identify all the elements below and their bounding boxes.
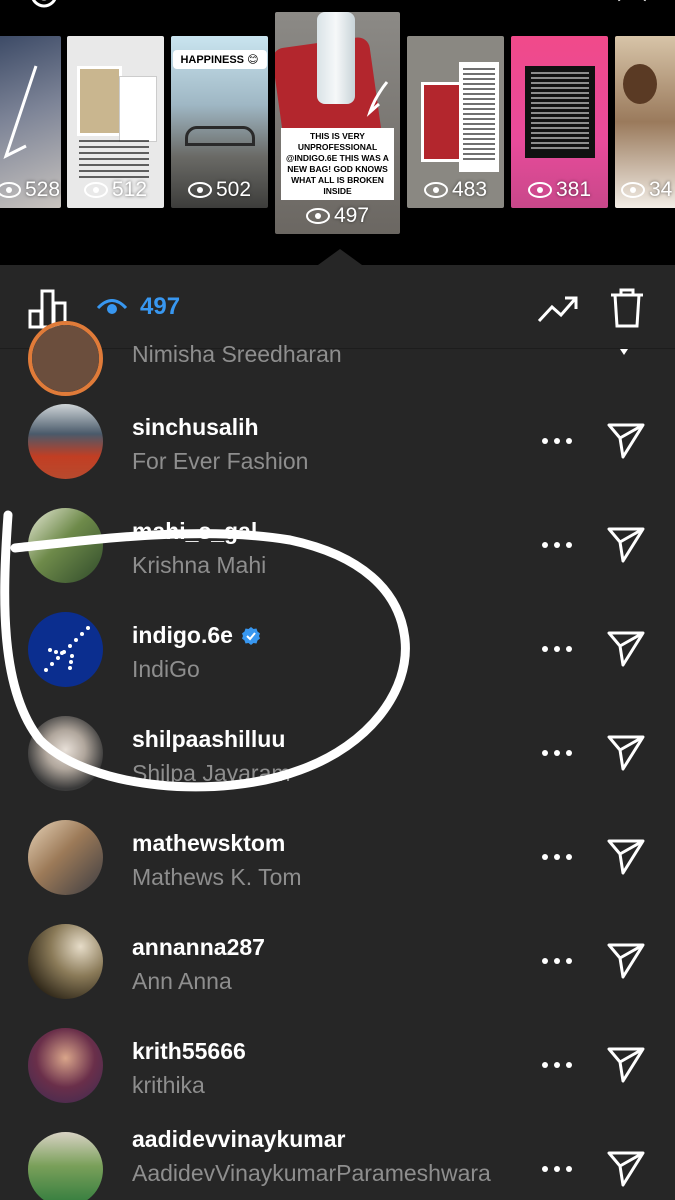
viewer-username[interactable]: shilpaashilluu [132, 726, 285, 753]
viewer-full-name: IndiGo [132, 656, 200, 682]
avatar[interactable] [28, 508, 103, 583]
more-options-icon[interactable] [540, 748, 574, 758]
story-photo [77, 66, 122, 136]
viewer-row[interactable]: mathewsktom Mathews K. Tom [0, 804, 675, 908]
viewer-full-name: Shilpa Jayaram [132, 760, 291, 786]
eye-icon [187, 182, 212, 198]
story-thumbnail[interactable]: HAPPINESS 😊 502 [171, 36, 268, 208]
viewer-full-name: Krishna Mahi [132, 552, 267, 578]
viewer-row[interactable]: mahi_s_gal Krishna Mahi [0, 492, 675, 596]
viewer-username[interactable]: krith55666 [132, 1038, 246, 1065]
viewer-full-name: Ann Anna [132, 968, 232, 994]
viewer-row[interactable]: shilpaashilluu Shilpa Jayaram [0, 700, 675, 804]
send-icon[interactable] [606, 940, 646, 980]
story-view-count: 512 [67, 178, 164, 202]
avatar[interactable] [28, 716, 103, 791]
viewer-username[interactable]: annanna287 [132, 934, 265, 961]
viewer-full-name: krithika [132, 1072, 205, 1098]
eye-icon [305, 208, 330, 224]
eye-icon [83, 182, 108, 198]
more-options-icon[interactable] [540, 1164, 574, 1174]
viewer-row[interactable]: krith55666 krithika [0, 1012, 675, 1116]
avatar[interactable] [28, 1028, 103, 1103]
viewer-full-name: For Ever Fashion [132, 448, 309, 474]
story-view-count: 528 [0, 178, 61, 202]
eye-icon [621, 182, 645, 198]
avatar[interactable] [28, 1132, 103, 1200]
story-text-card [525, 66, 595, 158]
close-icon[interactable] [612, 0, 652, 16]
scribble-mark [366, 81, 389, 117]
story-text-block [79, 140, 149, 180]
story-view-count: 483 [407, 178, 504, 202]
more-options-icon[interactable] [540, 956, 574, 966]
send-icon[interactable] [606, 732, 646, 772]
story-card [119, 76, 157, 142]
story-thumbnail[interactable]: 512 [67, 36, 164, 208]
viewer-full-name: Mathews K. Tom [132, 864, 302, 890]
avatar[interactable] [28, 321, 103, 396]
send-icon[interactable] [606, 628, 646, 668]
viewer-username[interactable]: aadidevvinaykumar [132, 1126, 346, 1153]
more-options-icon[interactable] [540, 852, 574, 862]
story-view-count: 381 [511, 178, 608, 202]
viewer-full-name: Nimisha Sreedharan [132, 341, 342, 367]
avatar[interactable] [28, 404, 103, 479]
viewer-username[interactable]: mathewsktom [132, 830, 285, 857]
more-options-icon[interactable] [540, 540, 574, 550]
story-view-count: 497 [275, 204, 400, 228]
more-options-icon[interactable] [540, 436, 574, 446]
story-caption: THIS IS VERY UNPROFESSIONAL @INDIGO.6E T… [281, 128, 394, 200]
story-sticker: HAPPINESS 😊 [172, 50, 267, 69]
viewer-username[interactable]: indigo.6e [132, 622, 261, 649]
story-view-count: 502 [171, 178, 268, 202]
selection-caret [318, 249, 362, 265]
eye-icon [527, 182, 552, 198]
send-icon[interactable] [606, 836, 646, 876]
avatar[interactable] [28, 612, 103, 687]
story-strip: 528 512 HAPPINESS 😊 502 THIS IS VERY UNP… [0, 0, 675, 265]
viewer-row[interactable]: indigo.6e IndiGo [0, 596, 675, 700]
viewer-username[interactable]: sinchusalih [132, 414, 259, 441]
story-face [623, 64, 657, 104]
send-icon[interactable] [618, 347, 630, 357]
viewer-row[interactable]: sinchusalih For Ever Fashion [0, 388, 675, 492]
story-view-count: 34 [615, 178, 675, 202]
send-icon[interactable] [606, 1044, 646, 1084]
viewer-row[interactable]: annanna287 Ann Anna [0, 908, 675, 1012]
more-options-icon[interactable] [540, 1060, 574, 1070]
story-thumbnail[interactable]: 483 [407, 36, 504, 208]
avatar[interactable] [28, 820, 103, 895]
eye-icon [423, 182, 448, 198]
more-options-icon[interactable] [540, 644, 574, 654]
story-thumbnail[interactable]: 34 [615, 36, 675, 208]
gear-icon[interactable] [24, 0, 64, 16]
viewer-full-name: AadidevVinaykumarParameshwara [132, 1160, 491, 1186]
plane-logo-icon [44, 626, 90, 672]
viewer-username[interactable]: mahi_s_gal [132, 518, 257, 545]
avatar[interactable] [28, 924, 103, 999]
verified-badge-icon [241, 626, 260, 645]
eye-icon [0, 182, 21, 198]
steering-shape [185, 126, 255, 146]
story-card [459, 62, 499, 172]
story-thumbnail[interactable]: 381 [511, 36, 608, 208]
viewer-row[interactable]: aadidevvinaykumar AadidevVinaykumarParam… [0, 1116, 675, 1200]
send-icon[interactable] [606, 1148, 646, 1188]
story-thumbnail[interactable]: 528 [0, 36, 61, 208]
story-thumbnail-selected[interactable]: THIS IS VERY UNPROFESSIONAL @INDIGO.6E T… [275, 12, 400, 234]
send-icon[interactable] [606, 420, 646, 460]
send-icon[interactable] [606, 524, 646, 564]
